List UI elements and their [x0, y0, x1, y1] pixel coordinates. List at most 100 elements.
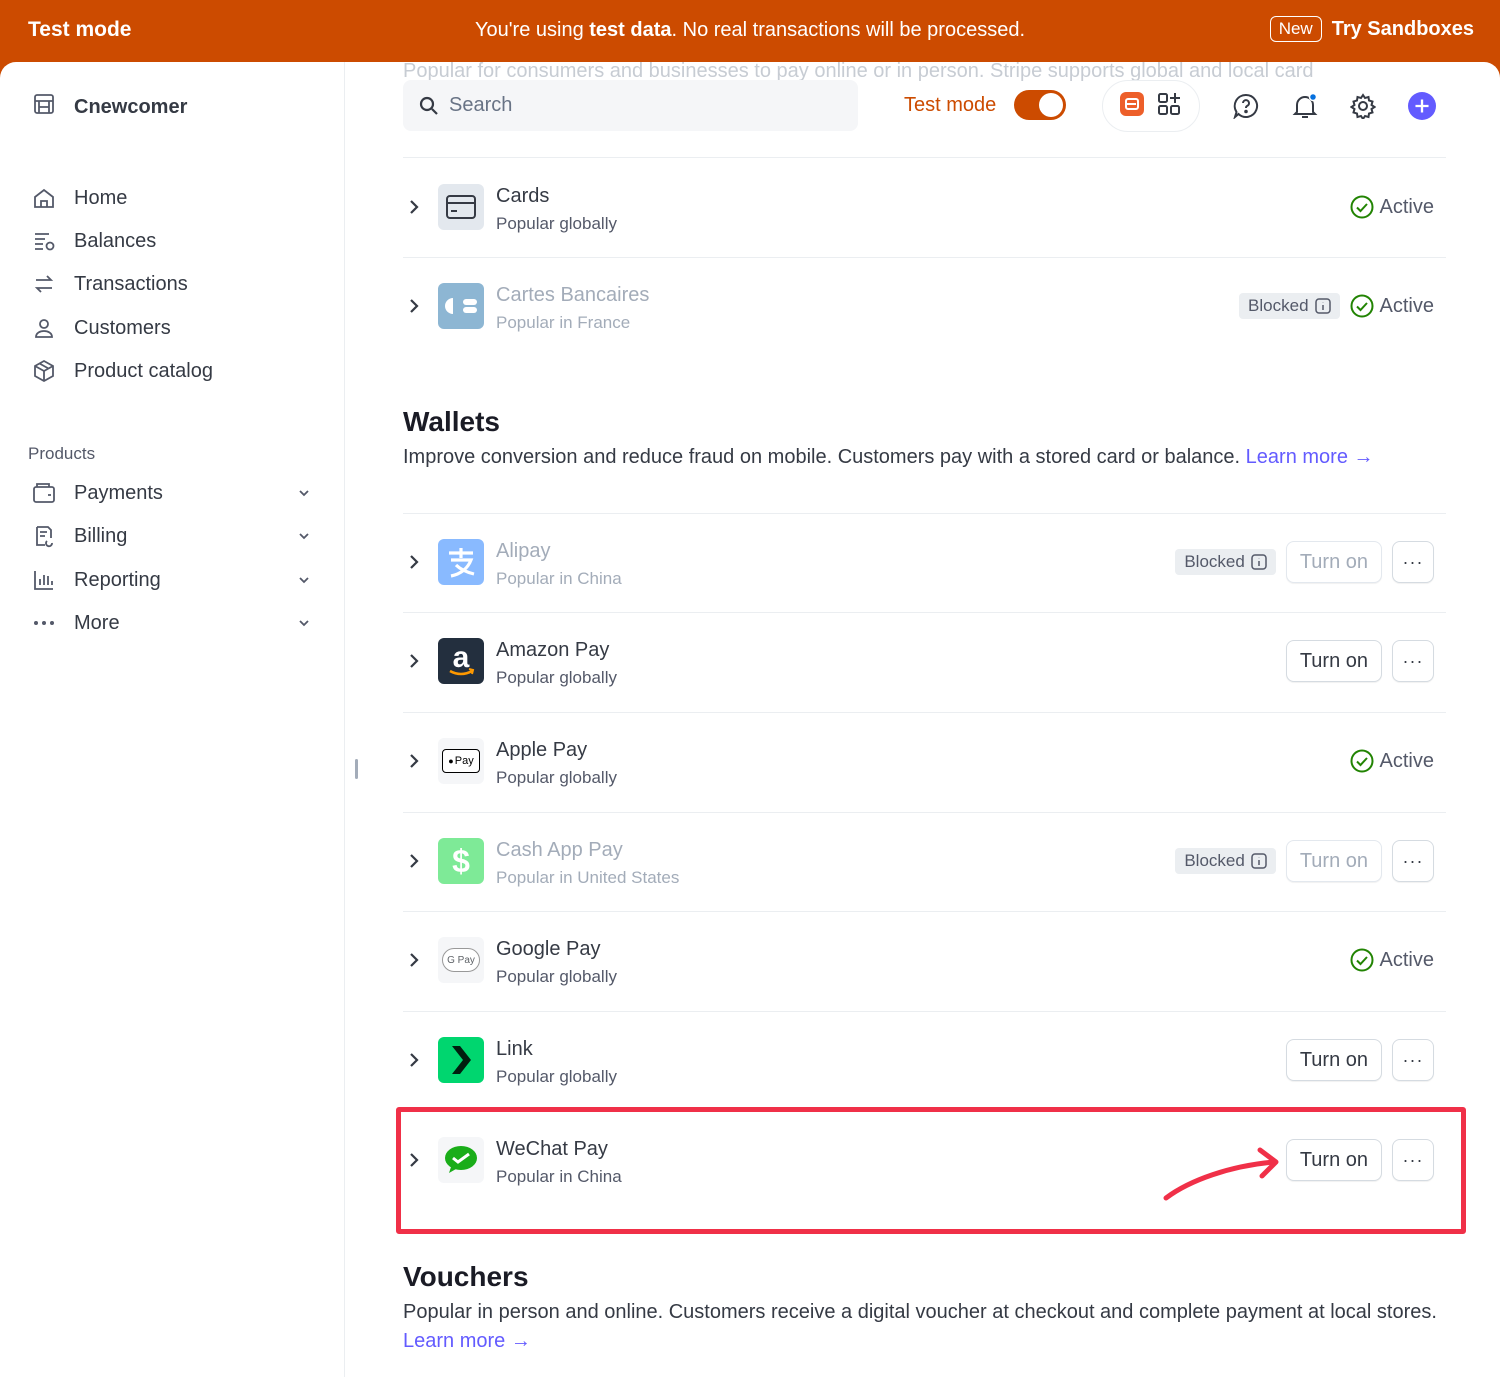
blocked-badge[interactable]: Blocked [1239, 293, 1340, 319]
chevron-right-icon[interactable] [406, 198, 422, 216]
app-shortcuts [1102, 80, 1200, 132]
apple-pay-logo-icon: ● Pay [438, 738, 484, 784]
more-options-button[interactable]: ··· [1392, 541, 1434, 583]
payment-method-alipay[interactable]: Alipay Popular in China Blocked Turn on … [403, 513, 1446, 612]
active-status: Active [1350, 195, 1434, 219]
chevron-down-icon [299, 577, 309, 584]
billing-icon [32, 524, 56, 548]
payment-method-apple-pay[interactable]: ● Pay Apple Pay Popular globally Active [403, 712, 1446, 811]
info-icon [1251, 853, 1267, 869]
new-badge: New [1269, 16, 1322, 42]
active-status: Active [1350, 294, 1434, 318]
nav-product-catalog[interactable]: Product catalog [32, 359, 312, 383]
reporting-icon [32, 568, 56, 592]
apps-grid-icon[interactable] [1157, 91, 1183, 122]
chevron-right-icon[interactable] [406, 852, 422, 870]
annotation-arrow-icon [1163, 1147, 1279, 1201]
notifications-bell-icon[interactable] [1291, 92, 1319, 120]
wallets-description: Improve conversion and reduce fraud on m… [403, 446, 1374, 468]
turn-on-button[interactable]: Turn on [1285, 541, 1382, 583]
customers-icon [32, 316, 56, 340]
turn-on-button[interactable]: Turn on [1285, 640, 1382, 682]
test-mode-banner: Test mode You're using test data. No rea… [0, 0, 1500, 62]
alipay-logo-icon [438, 539, 484, 585]
amazon-pay-logo-icon: a [438, 638, 484, 684]
cartes-bancaires-logo-icon [438, 283, 484, 329]
payment-method-cartes-bancaires[interactable]: Cartes Bancaires Popular in France Block… [403, 257, 1446, 356]
test-mode-toggle[interactable] [1014, 90, 1066, 120]
link-logo-icon [438, 1037, 484, 1083]
annotation-highlight-box [396, 1107, 1466, 1234]
check-circle-icon [1350, 294, 1374, 318]
cash-app-logo-icon: $ [438, 838, 484, 884]
products-section-label: Products [28, 444, 96, 463]
test-mode-label: Test mode [904, 94, 997, 116]
settings-gear-icon[interactable] [1349, 92, 1377, 120]
search-bar[interactable] [403, 80, 858, 131]
svg-text:a: a [453, 642, 470, 674]
vouchers-learn-more-link[interactable]: Learn more → [403, 1330, 531, 1352]
search-icon [419, 96, 438, 115]
wallets-heading: Wallets [403, 406, 500, 437]
sidebar-resize-handle[interactable] [355, 759, 358, 779]
account-switcher[interactable]: Cnewcomer [32, 92, 187, 122]
more-options-button[interactable]: ··· [1392, 640, 1434, 682]
turn-on-button[interactable]: Turn on [1285, 840, 1382, 882]
chevron-right-icon[interactable] [406, 553, 422, 571]
app-icon[interactable] [1119, 91, 1145, 122]
check-circle-icon [1350, 749, 1374, 773]
home-icon [32, 186, 56, 210]
nav-balances[interactable]: Balances [32, 229, 312, 253]
toggle-knob [1039, 93, 1063, 117]
chevron-right-icon[interactable] [406, 652, 422, 670]
svg-text:$: $ [452, 843, 470, 879]
payments-icon [32, 481, 56, 505]
blocked-badge[interactable]: Blocked [1175, 848, 1276, 874]
nav-billing[interactable]: Billing [32, 524, 312, 548]
create-plus-icon[interactable] [1408, 92, 1436, 120]
transactions-icon [32, 272, 56, 296]
chevron-right-icon[interactable] [406, 297, 422, 315]
chevron-down-icon [299, 490, 309, 497]
chevron-down-icon [299, 620, 309, 627]
sandboxes-promo[interactable]: New Try Sandboxes [1269, 16, 1474, 42]
info-icon [1314, 298, 1331, 314]
payment-method-google-pay[interactable]: G Pay Google Pay Popular globally Active [403, 911, 1446, 1010]
help-icon[interactable] [1232, 92, 1260, 120]
payment-method-cards[interactable]: Cards Popular globally Active [403, 158, 1446, 257]
nav-home[interactable]: Home [32, 186, 312, 210]
nav-more[interactable]: More [32, 611, 312, 635]
chevron-right-icon[interactable] [406, 752, 422, 770]
apple-icon: ● [448, 756, 454, 766]
blocked-badge[interactable]: Blocked [1175, 549, 1276, 575]
wallets-learn-more-link[interactable]: Learn more → [1246, 446, 1374, 468]
nav-customers[interactable]: Customers [32, 316, 312, 340]
balances-icon [32, 229, 56, 253]
turn-on-button[interactable]: Turn on [1285, 1039, 1382, 1081]
info-icon [1251, 554, 1267, 570]
check-circle-icon [1350, 195, 1374, 219]
active-status: Active [1350, 749, 1434, 773]
account-name: Cnewcomer [74, 95, 188, 118]
product-catalog-icon [32, 359, 56, 383]
vouchers-description: Popular in person and online. Customers … [403, 1301, 1437, 1352]
sidebar: Cnewcomer Home Balances Transactions Cus… [0, 62, 345, 1377]
more-options-button[interactable]: ··· [1392, 840, 1434, 882]
nav-reporting[interactable]: Reporting [32, 568, 312, 592]
payment-method-amazon-pay[interactable]: a Amazon Pay Popular globally Turn on ··… [403, 612, 1446, 711]
more-icon [32, 611, 56, 635]
more-options-button[interactable]: ··· [1392, 1039, 1434, 1081]
nav-payments[interactable]: Payments [32, 481, 312, 505]
nav-transactions[interactable]: Transactions [32, 272, 312, 296]
main-surface: Cnewcomer Home Balances Transactions Cus… [0, 62, 1500, 1377]
chevron-right-icon[interactable] [406, 951, 422, 969]
chevron-right-icon[interactable] [406, 1051, 422, 1069]
try-sandboxes-link[interactable]: Try Sandboxes [1332, 18, 1474, 41]
active-status: Active [1350, 948, 1434, 972]
payment-method-cash-app-pay[interactable]: $ Cash App Pay Popular in United States … [403, 812, 1446, 911]
vouchers-heading: Vouchers [403, 1261, 529, 1292]
check-circle-icon [1350, 948, 1374, 972]
card-icon [438, 184, 484, 230]
search-input[interactable] [449, 94, 829, 117]
payment-method-link[interactable]: Link Popular globally Turn on ··· [403, 1011, 1446, 1110]
